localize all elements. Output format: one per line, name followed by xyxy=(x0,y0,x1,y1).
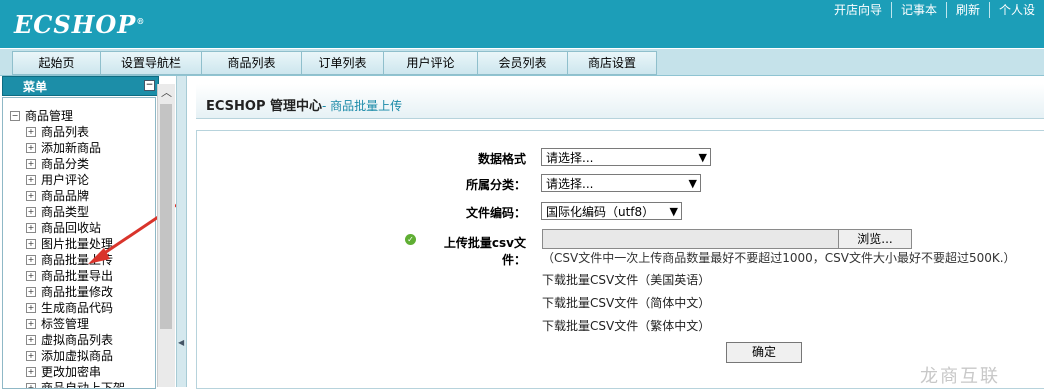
format-label: 数据格式 xyxy=(477,152,526,166)
check-circle-icon: ✓ xyxy=(405,234,416,245)
download-csv-zh-tw-link[interactable]: 下载批量CSV文件（繁体中文） xyxy=(542,317,710,334)
watermark: 龙商互联 xyxy=(920,366,1000,387)
encoding-label: 文件编码： xyxy=(465,206,526,220)
upload-label: 上传批量csv文件： xyxy=(443,236,526,267)
menu-scrollbar[interactable]: ︿ xyxy=(157,84,175,387)
encoding-select[interactable]: 国际化编码（utf8） ▼ xyxy=(541,202,682,220)
chevron-down-icon: ▼ xyxy=(698,151,707,164)
frame-divider[interactable]: ◀ xyxy=(176,76,187,387)
main-header: ECSHOP 管理中心- 商品批量上传 xyxy=(196,84,1044,119)
page-title: ECSHOP 管理中心- 商品批量上传 xyxy=(206,99,403,114)
category-label: 所属分类： xyxy=(465,178,526,192)
browse-button[interactable]: 浏览... xyxy=(838,229,912,249)
scroll-thumb[interactable] xyxy=(160,104,172,329)
upload-note: （CSV文件中一次上传商品数量最好不要超过1000，CSV文件大小最好不要超过5… xyxy=(542,251,1016,265)
category-select[interactable]: 请选择... ▼ xyxy=(541,174,701,192)
page-subtitle: - 商品批量上传 xyxy=(322,99,403,113)
chevron-down-icon: ▼ xyxy=(688,177,697,190)
scroll-up-icon[interactable]: ︿ xyxy=(158,84,175,101)
download-csv-zh-cn-link[interactable]: 下载批量CSV文件（简体中文） xyxy=(542,294,710,311)
download-csv-en-link[interactable]: 下载批量CSV文件（美国英语） xyxy=(542,271,710,288)
submit-button[interactable]: 确定 xyxy=(726,342,802,363)
format-select[interactable]: 请选择... ▼ xyxy=(541,148,711,166)
csv-file-input[interactable] xyxy=(542,229,840,249)
collapse-left-icon[interactable]: ◀ xyxy=(178,338,184,347)
chevron-down-icon: ▼ xyxy=(669,205,678,218)
